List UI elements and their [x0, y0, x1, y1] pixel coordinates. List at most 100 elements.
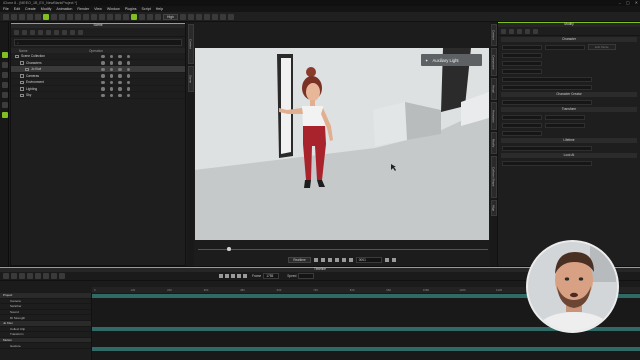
group-icon[interactable] — [54, 29, 59, 35]
maximize-button[interactable]: ▢ — [626, 0, 630, 5]
section-look-at[interactable]: Look At — [501, 153, 637, 158]
play-button[interactable] — [327, 258, 332, 262]
eye-icon[interactable] — [101, 93, 105, 97]
character-field-2[interactable] — [502, 52, 542, 58]
save-project-icon[interactable] — [19, 13, 25, 20]
edit-mode-button[interactable]: Edit Mode — [588, 44, 616, 50]
transform-r-field[interactable] — [545, 122, 585, 128]
lock-view-icon[interactable] — [131, 13, 137, 20]
tl-end-button[interactable] — [243, 274, 247, 278]
visibility-checkbox[interactable] — [20, 80, 24, 84]
lock-icon[interactable] — [109, 54, 113, 58]
orbit-icon[interactable] — [123, 13, 129, 20]
snap-icon[interactable] — [83, 13, 89, 20]
scene-search-input[interactable]: ⌕ — [14, 39, 182, 46]
close-button[interactable]: ✕ — [635, 0, 638, 5]
motion-key-icon[interactable] — [525, 28, 530, 34]
new-project-icon[interactable] — [3, 13, 9, 20]
scene-icon[interactable] — [1, 62, 8, 68]
transform-y-field[interactable] — [545, 114, 585, 120]
eye-icon[interactable] — [101, 74, 105, 78]
open-project-icon[interactable] — [11, 13, 17, 20]
record-button[interactable] — [384, 258, 389, 262]
render-icon[interactable] — [126, 54, 130, 58]
tab-r-content[interactable]: Content — [490, 24, 497, 46]
link-icon[interactable] — [118, 61, 122, 65]
tl-lock-icon[interactable] — [59, 273, 65, 279]
link-icon[interactable] — [118, 87, 122, 91]
grid-icon[interactable] — [139, 13, 145, 20]
tab-r-modify[interactable]: Modify — [490, 132, 497, 154]
menu-create[interactable]: Create — [25, 7, 36, 11]
render-icon[interactable] — [126, 87, 130, 91]
next-key-button[interactable] — [334, 258, 339, 262]
stats-icon[interactable] — [195, 13, 202, 20]
rotate-tool-icon[interactable] — [59, 13, 65, 20]
menu-edit[interactable]: Edit — [14, 7, 20, 11]
auxiliary-light-badge[interactable]: ✦ Auxiliary Light — [421, 54, 482, 66]
character-field-6[interactable] — [502, 84, 592, 90]
menu-render[interactable]: Render — [77, 7, 89, 11]
ik-icon[interactable] — [211, 13, 218, 20]
person-icon[interactable] — [517, 28, 522, 34]
3d-viewport[interactable]: ✦ Auxiliary Light — [195, 48, 489, 240]
cc-field[interactable] — [502, 99, 592, 105]
menu-window[interactable]: Window — [107, 7, 120, 11]
section-character[interactable]: Character — [501, 37, 637, 42]
link-icon[interactable] — [118, 54, 122, 58]
record-icon[interactable] — [219, 13, 226, 20]
tl-layer-icon[interactable] — [35, 273, 41, 279]
eye-icon[interactable] — [101, 61, 105, 65]
gear-small-icon[interactable] — [533, 28, 538, 34]
plugin-icon[interactable] — [1, 112, 8, 118]
visibility-checkbox[interactable] — [20, 87, 24, 91]
zoom-icon[interactable] — [107, 13, 113, 20]
tl-snap-icon[interactable] — [43, 273, 49, 279]
menu-animation[interactable]: Animation — [56, 7, 72, 11]
delete-icon[interactable] — [78, 29, 83, 35]
menu-script[interactable]: Script — [142, 7, 151, 11]
menu-modify[interactable]: Modify — [41, 7, 52, 11]
lock-icon[interactable] — [70, 29, 75, 35]
section-transform[interactable]: Transform — [501, 107, 637, 112]
move-tool-icon[interactable] — [51, 13, 57, 20]
list-view-icon[interactable] — [14, 29, 19, 35]
tl-curve-icon[interactable] — [27, 273, 33, 279]
lifetime-field[interactable] — [502, 145, 592, 151]
eye-icon[interactable] — [62, 29, 67, 35]
eye-icon[interactable] — [101, 67, 105, 71]
lock-icon[interactable] — [109, 74, 113, 78]
visibility-checkbox[interactable] — [20, 93, 24, 97]
attribute-icon[interactable] — [501, 28, 506, 34]
menu-file[interactable]: File — [3, 7, 9, 11]
link-icon[interactable] — [118, 67, 122, 71]
look-at-field[interactable] — [502, 160, 592, 166]
pivot-icon[interactable] — [75, 13, 81, 20]
character-field-4[interactable] — [502, 68, 542, 74]
tab-r-collision[interactable]: Collision Shape — [490, 156, 497, 198]
camera-switch-icon[interactable] — [1, 102, 8, 108]
eye-icon[interactable] — [101, 87, 105, 91]
tab-r-visual[interactable]: Visual — [490, 78, 497, 100]
visibility-checkbox[interactable] — [20, 61, 24, 65]
link-icon[interactable] — [46, 29, 51, 35]
brush-icon[interactable] — [509, 28, 514, 34]
tl-filter-icon[interactable] — [3, 273, 9, 279]
lock-icon[interactable] — [109, 61, 113, 65]
tl-key-icon[interactable] — [11, 273, 17, 279]
render-icon[interactable] — [126, 80, 130, 84]
transform-x-field[interactable] — [502, 114, 542, 120]
tl-stop-button[interactable] — [219, 274, 223, 278]
settings-icon[interactable] — [227, 13, 234, 20]
menu-plugins[interactable]: Plugins — [125, 7, 137, 11]
scene-tree-row[interactable]: Sky — [11, 92, 185, 99]
preview-icon[interactable] — [187, 13, 194, 20]
light-icon[interactable] — [147, 13, 153, 20]
section-character-creator[interactable]: Character Creator — [501, 92, 637, 97]
tl-next-button[interactable] — [237, 274, 241, 278]
scrubber-handle[interactable] — [227, 247, 231, 251]
select-tool-icon[interactable] — [43, 13, 49, 20]
redo-icon[interactable] — [35, 13, 41, 20]
visibility-checkbox[interactable] — [15, 54, 19, 58]
undo-icon[interactable] — [27, 13, 33, 20]
